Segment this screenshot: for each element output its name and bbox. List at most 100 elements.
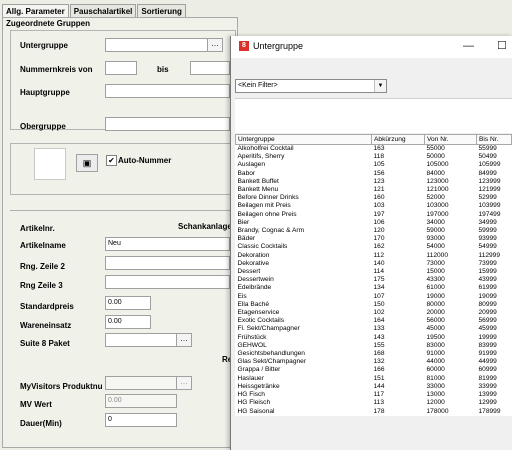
suite-8-paket-input[interactable] (105, 333, 177, 347)
table-cell: 150 (373, 300, 385, 308)
table-cell: Brandy, Cognac & Arm (237, 227, 305, 235)
table-cell: 19000 (426, 292, 445, 300)
rng-zeile-2-input[interactable] (105, 256, 230, 270)
table-row[interactable]: Fl. Sekt/Champagner 133 45000 45999 (236, 325, 512, 333)
table-row[interactable]: Dessert 114 15000 15999 (236, 268, 512, 276)
app-icon: 8 (239, 41, 249, 51)
chevron-down-icon[interactable]: ▼ (374, 80, 386, 92)
column-header-von-nr[interactable]: Von Nr. (424, 134, 477, 145)
dauer-input[interactable]: 0 (105, 413, 177, 427)
filter-dropdown[interactable]: <Kein Filter> ▼ (235, 79, 387, 93)
table-row[interactable]: Babor 156 84000 84999 (236, 170, 512, 178)
suite-8-paket-lookup-button[interactable]: … (176, 333, 192, 347)
table-cell: 33000 (426, 382, 445, 390)
table-row[interactable]: Brandy, Cognac & Arm 120 59000 59999 (236, 227, 512, 235)
table-row[interactable]: Heissgetränke 144 33000 33999 (236, 383, 512, 391)
column-header-untergruppe[interactable]: Untergruppe (235, 134, 372, 145)
table-cell: 83999 (478, 341, 497, 349)
table-row[interactable]: Beilagen ohne Preis 197 197000 197499 (236, 211, 512, 219)
maximize-button[interactable]: ☐ (497, 39, 507, 53)
table-row[interactable]: Auslagen 105 105000 105999 (236, 161, 512, 169)
table-row[interactable]: Beilagen mit Preis 103 103000 103999 (236, 202, 512, 210)
table-cell: 12999 (478, 399, 497, 407)
table-row[interactable]: Ella Baché 150 80000 80999 (236, 301, 512, 309)
wareneinsatz-label: Wareneinsatz (20, 321, 72, 330)
wareneinsatz-input[interactable]: 0.00 (105, 315, 151, 329)
table-row[interactable]: Etagenservice 102 20000 20999 (236, 309, 512, 317)
table-row[interactable]: Edelbrände 134 61000 61999 (236, 284, 512, 292)
artikelname-input[interactable]: Neu (105, 237, 230, 251)
table-cell: 107 (373, 292, 385, 300)
table-cell: Heissgetränke (237, 382, 280, 390)
table-cell: Exotic Cocktails (237, 317, 285, 325)
table-cell: 91999 (478, 350, 497, 358)
table-row[interactable]: Classic Cocktails 162 54000 54999 (236, 243, 512, 251)
table-cell: Beilagen mit Preis (237, 202, 291, 210)
hauptgruppe-input[interactable] (105, 84, 230, 98)
table-row[interactable]: GEHWOL 155 83000 83999 (236, 342, 512, 350)
table-cell: 43300 (426, 276, 445, 284)
table-cell: 132 (373, 358, 385, 366)
table-row[interactable]: Bier 106 34000 34999 (236, 219, 512, 227)
table-cell: 45000 (426, 325, 445, 333)
rng-zeile-3-input[interactable] (105, 275, 230, 289)
scanner-button[interactable]: ▣ (76, 154, 98, 172)
table-row[interactable]: Bankett Buffet 123 123000 123999 (236, 178, 512, 186)
untergruppe-lookup-button[interactable]: … (207, 38, 223, 52)
table-row[interactable]: Haslauer 151 81000 81999 (236, 375, 512, 383)
untergruppe-label: Untergruppe (20, 41, 68, 50)
table-cell: 60999 (478, 366, 497, 374)
table-cell: 178000 (426, 407, 449, 415)
table-cell: 197499 (478, 210, 501, 218)
table-row[interactable]: Exotic Cocktails 164 56000 56999 (236, 317, 512, 325)
tab-pauschalartikel[interactable]: Pauschalartikel (69, 4, 137, 17)
table-cell: Grappa / Bitter (237, 366, 281, 374)
table-row[interactable]: Aperitifs, Sherry 118 50000 50499 (236, 153, 512, 161)
table-cell: Beilagen ohne Preis (237, 210, 297, 218)
table-row[interactable]: Bankett Menu 121 121000 121999 (236, 186, 512, 194)
table-row[interactable]: HG Saisonal 178 178000 178999 (236, 408, 512, 416)
table-cell: Aperitifs, Sherry (237, 153, 285, 161)
untergruppe-input[interactable] (105, 38, 210, 52)
table-cell: 43999 (478, 276, 497, 284)
minimize-button[interactable]: — (463, 39, 474, 53)
tab-sortierung[interactable]: Sortierung (137, 4, 186, 17)
table-row[interactable]: Grappa / Bitter 166 60000 60999 (236, 366, 512, 374)
table-row[interactable]: Frühstück 143 19500 19999 (236, 334, 512, 342)
table-row[interactable]: Alkoholfrei Cocktail 163 55000 55999 (236, 145, 512, 154)
table-cell: HG Saisonal (237, 407, 275, 415)
obergruppe-input[interactable] (105, 117, 230, 131)
auto-nummer-checkbox[interactable]: ✔ (106, 155, 117, 166)
table-row[interactable]: Eis 107 19000 19099 (236, 293, 512, 301)
nummernkreis-von-input[interactable] (105, 61, 137, 75)
table-cell: 112 (373, 251, 385, 259)
table-cell: Before Dinner Drinks (237, 194, 299, 202)
table-cell: 103999 (478, 202, 501, 210)
tab-allg-parameter[interactable]: Allg. Parameter (2, 4, 69, 17)
standardpreis-input[interactable]: 0.00 (105, 296, 151, 310)
table-row[interactable]: Dessertwein 175 43300 43999 (236, 276, 512, 284)
table-row[interactable]: Dekorative 140 73000 73999 (236, 260, 512, 268)
table-cell: 178999 (478, 407, 501, 415)
table-row[interactable]: Gesichtsbehandlungen 168 91000 91999 (236, 350, 512, 358)
table-cell: 118 (373, 153, 385, 161)
obergruppe-label: Obergruppe (20, 122, 66, 131)
table-cell: 19099 (478, 292, 497, 300)
table-cell: Auslagen (237, 161, 266, 169)
table-row[interactable]: HG Fleisch 113 12000 12999 (236, 399, 512, 407)
column-header-bis-nr[interactable]: Bis Nr. (476, 134, 512, 145)
nummernkreis-bis-input[interactable] (190, 61, 230, 75)
myvisitors-lookup-button: … (176, 376, 192, 390)
table-cell: 80999 (478, 300, 497, 308)
table-row[interactable]: Before Dinner Drinks 160 52000 52999 (236, 194, 512, 202)
table-row[interactable]: Dekoration 112 112000 112999 (236, 252, 512, 260)
table-row[interactable]: Glas Sekt/Champagner 132 44000 44999 (236, 358, 512, 366)
table-row[interactable]: Bäder 170 93000 93999 (236, 235, 512, 243)
table-cell: 121 (373, 186, 385, 194)
column-header-abkuerzung[interactable]: Abkürzung (371, 134, 425, 145)
table-cell: 20999 (478, 309, 497, 317)
grid-spacer (235, 98, 512, 133)
table-row[interactable]: HG Fisch 117 13000 13999 (236, 391, 512, 399)
table-cell: 59999 (478, 227, 497, 235)
tab-bar: Allg. Parameter Pauschalartikel Sortieru… (2, 4, 187, 17)
